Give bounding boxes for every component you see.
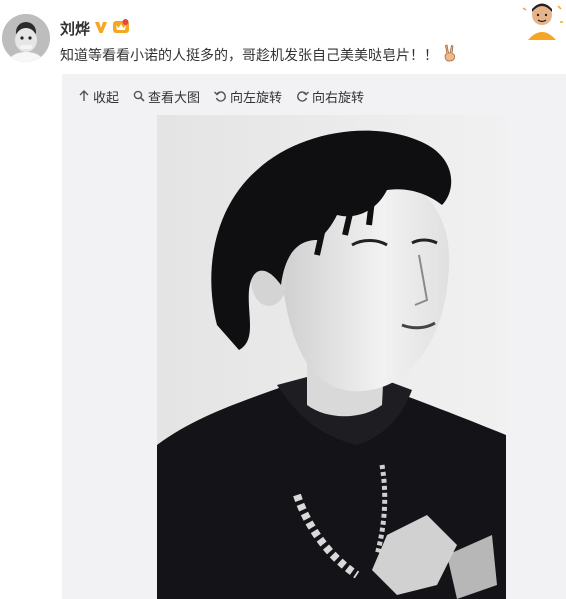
rotate-left-button[interactable]: 向左旋转 — [214, 87, 282, 106]
post-text: 知道等看看小诺的人挺多的，哥趁机发张自己美美哒皂片！！ — [60, 48, 438, 64]
post-content: 知道等看看小诺的人挺多的，哥趁机发张自己美美哒皂片！！ — [60, 44, 458, 66]
arrow-up-icon — [78, 90, 90, 102]
verified-badge-icon — [94, 19, 108, 38]
author-avatar[interactable] — [2, 14, 50, 62]
rotate-right-label: 向右旋转 — [312, 90, 365, 106]
corner-avatar[interactable] — [520, 0, 564, 40]
media-card: 收起 查看大图 向左旋转 向右旋转 — [62, 74, 566, 599]
rotate-right-button[interactable]: 向右旋转 — [296, 87, 364, 106]
victory-hand-icon — [442, 44, 458, 66]
rotate-left-icon — [214, 90, 227, 102]
author-name[interactable]: 刘烨 — [60, 18, 90, 39]
rotate-left-label: 向左旋转 — [230, 90, 283, 106]
magnifier-icon — [133, 90, 145, 102]
view-large-button[interactable]: 查看大图 — [133, 87, 200, 106]
post-photo[interactable] — [157, 115, 506, 599]
vip-crown-icon[interactable] — [112, 18, 130, 38]
author-row: 刘烨 — [60, 17, 130, 39]
collapse-label: 收起 — [93, 90, 120, 106]
rotate-right-icon — [296, 90, 310, 102]
weibo-post: 刘烨 知道等看看小诺的人挺多的，哥趁机发张自己美美哒皂片！！ 收起 查看大图 向… — [0, 0, 566, 599]
media-toolbar: 收起 查看大图 向左旋转 向右旋转 — [78, 86, 364, 106]
collapse-button[interactable]: 收起 — [78, 87, 119, 106]
view-large-label: 查看大图 — [148, 90, 201, 106]
